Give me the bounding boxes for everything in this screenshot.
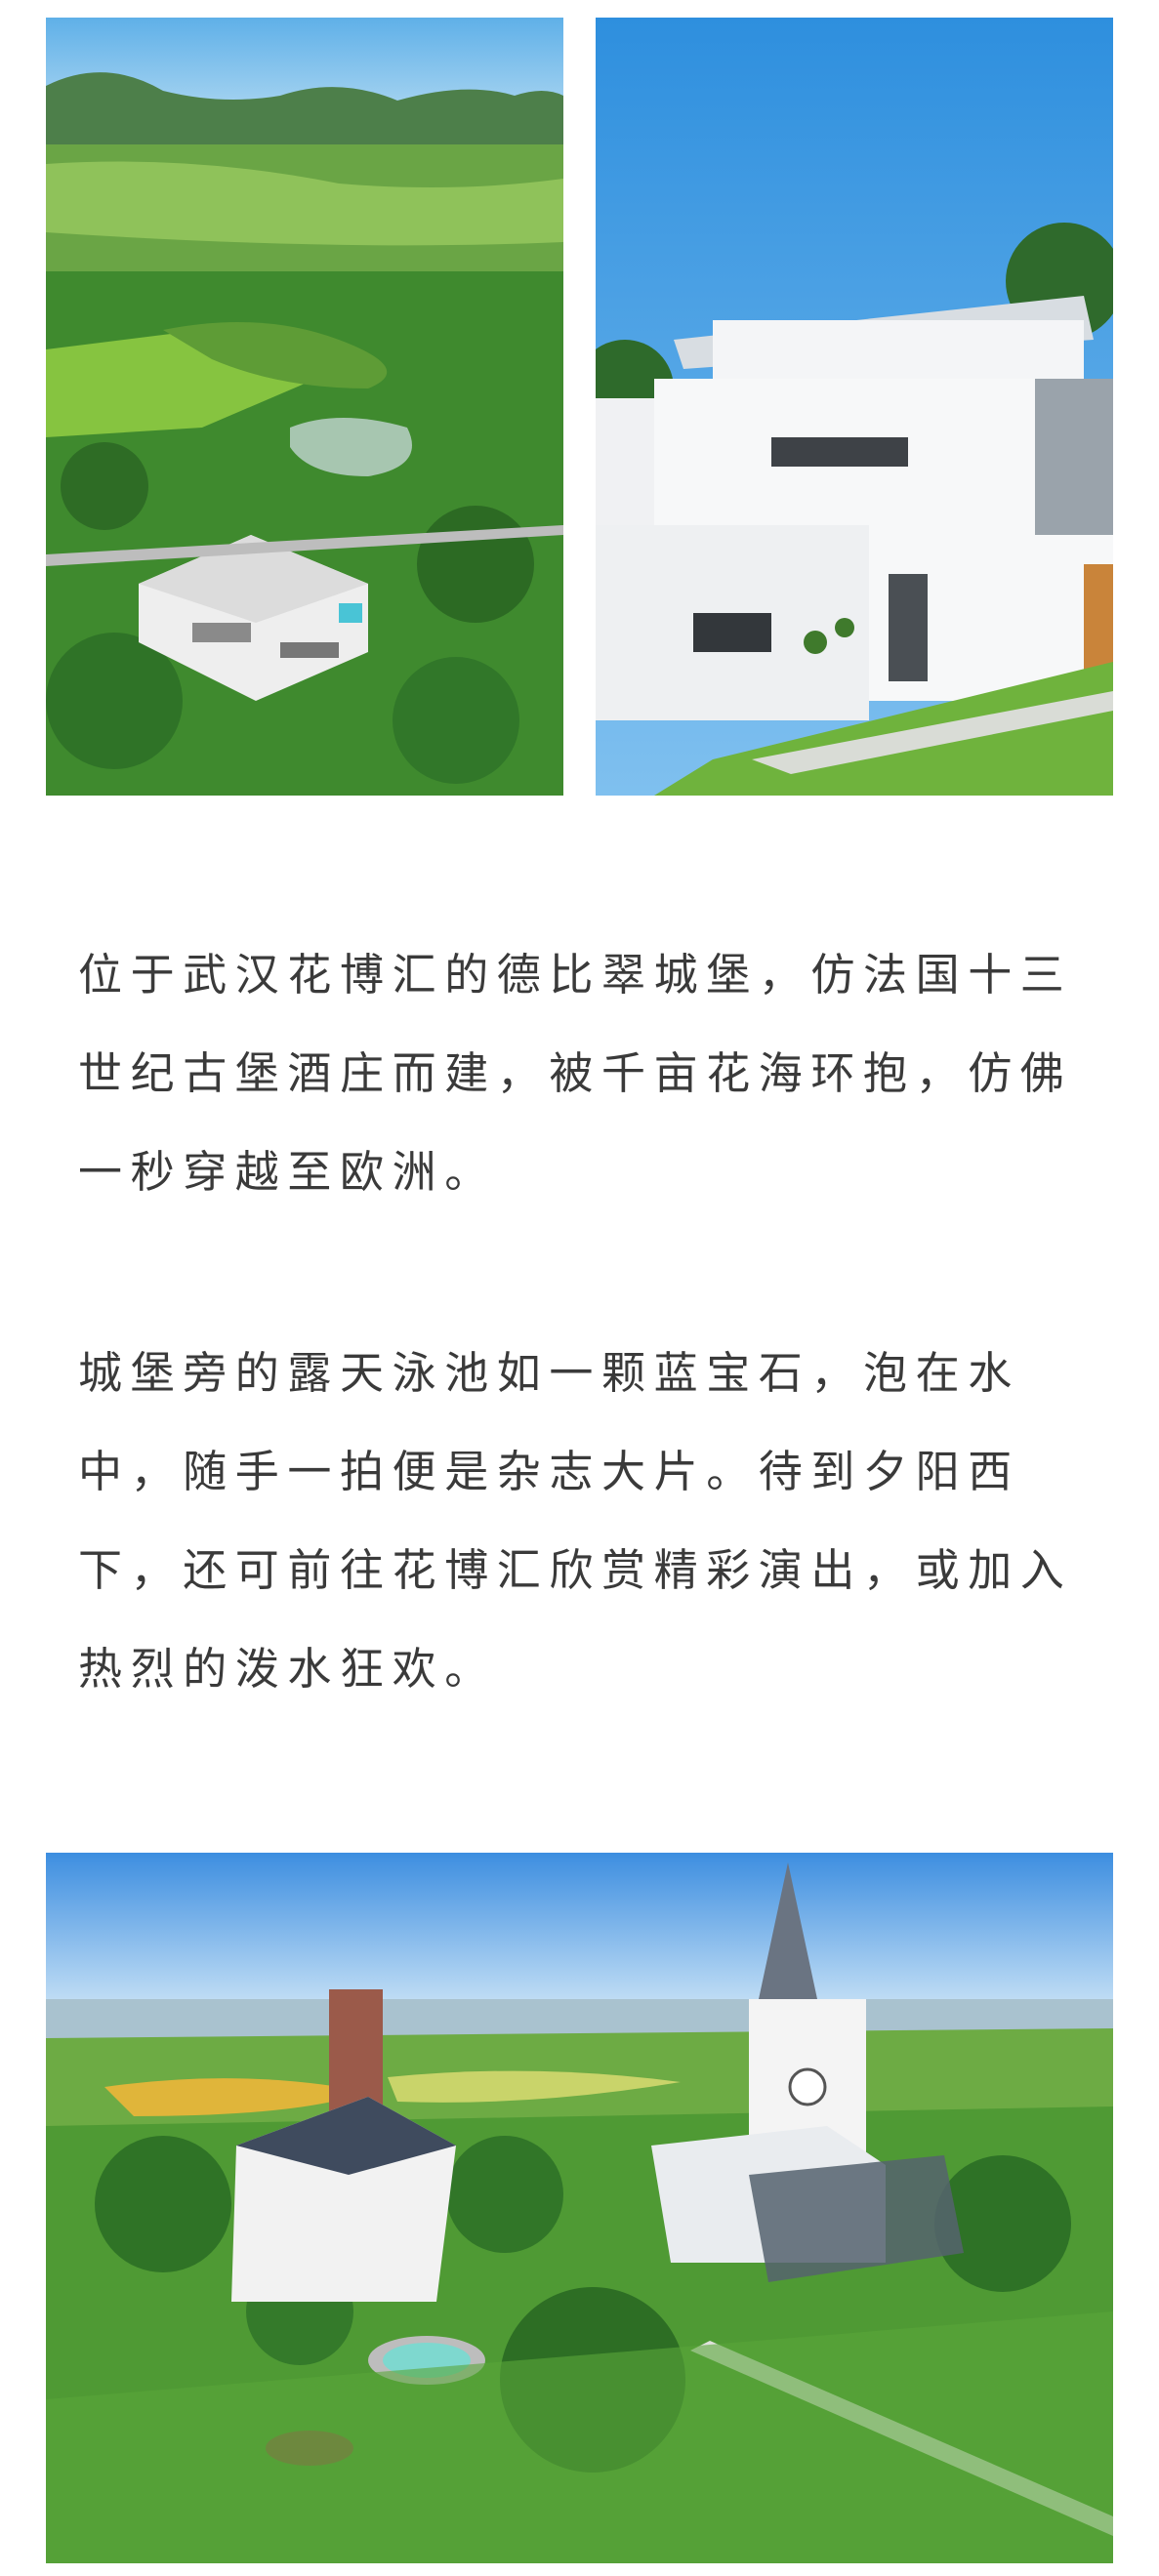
modern-villa-photo: [596, 18, 1113, 796]
article-paragraph: 位于武汉花博汇的德比翠城堡，仿法国十三世纪古堡酒庄而建，被千亩花海环抱，仿佛一秒…: [78, 949, 1073, 1198]
article-paragraph: 城堡旁的露天泳池如一颗蓝宝石，泡在水中，随手一拍便是杂志大片。待到夕阳西下，还可…: [78, 1347, 1073, 1695]
castle-aerial-photo: [46, 1853, 1113, 2563]
villa-aerial-photo: [46, 18, 563, 796]
